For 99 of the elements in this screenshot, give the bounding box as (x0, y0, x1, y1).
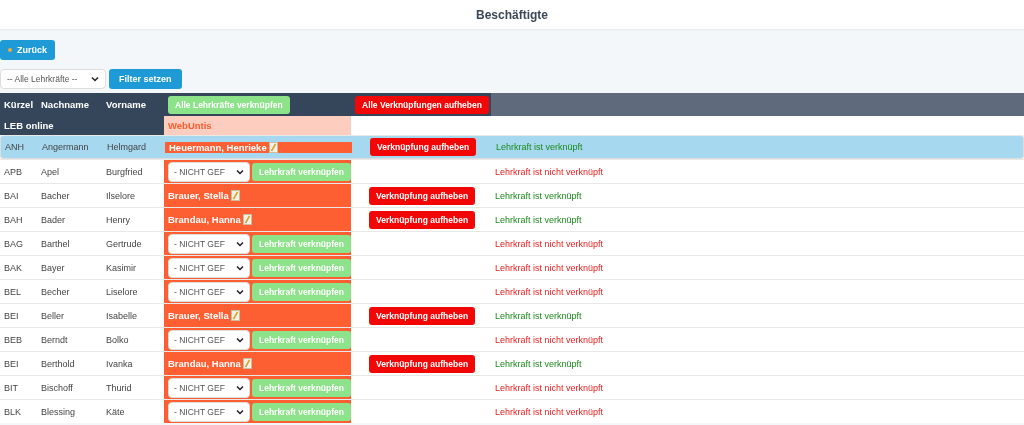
teacher-select[interactable]: - NICHT GEF (168, 281, 250, 302)
table-row[interactable]: ANH Angermann Helmgard Heuermann, Henrieke Verknüpfung aufheben Lehrkraft ist verknüpft (0, 135, 1024, 159)
chevron-down-icon (235, 288, 244, 295)
dot-icon (8, 48, 12, 52)
chevron-down-icon (235, 336, 244, 343)
table-cell: BAG (4, 238, 23, 249)
table-cell: BAH (4, 214, 23, 225)
table-cell: Isabelle (106, 310, 138, 321)
status-text: Lehrkraft ist nicht verknüpft (495, 262, 604, 273)
status-text: Lehrkraft ist verknüpft (495, 358, 582, 369)
teacher-name: Heuermann, Henrieke (169, 141, 267, 153)
table-cell: Bolko (106, 334, 129, 345)
table-cell: BEI (4, 358, 19, 369)
page-title: Beschäftigte (476, 7, 548, 22)
table-cell: Gertrude (106, 238, 142, 249)
table-row[interactable]: BEI Beller Isabelle Brauer, Stella Verknüpfung aufheben Lehrkraft ist verknüpft (0, 303, 1024, 327)
column-header: Vorname (102, 93, 164, 116)
teacher-select[interactable]: - NICHT GEF (168, 233, 250, 254)
status-text: Lehrkraft ist verknüpft (496, 142, 583, 152)
table-row[interactable]: BLK Blessing Käte - NICHT GEF Lehrkraft verknüpfen Lehrkraft ist nicht verknüpft (0, 399, 1024, 423)
table-cell: Bayer (41, 262, 65, 273)
table-cell: Berndt (41, 334, 68, 345)
table-row[interactable]: BEI Berthold Ivanka Brandau, Hanna Verknüpfung aufheben Lehrkraft ist verknüpft (0, 351, 1024, 375)
status-text: Lehrkraft ist verknüpft (495, 214, 582, 225)
table-row[interactable]: BAK Bayer Kasimir - NICHT GEF Lehrkraft verknüpfen Lehrkraft ist nicht verknüpft (0, 255, 1024, 279)
table-row[interactable]: BEL Becher Liselore - NICHT GEF Lehrkraft verknüpfen Lehrkraft ist nicht verknüpft (0, 279, 1024, 303)
column-header: Kürzel (0, 93, 37, 116)
status-text: Lehrkraft ist verknüpft (495, 190, 582, 201)
table-cell: Beller (41, 310, 64, 321)
unlink-button[interactable]: Verknüpfung aufheben (369, 354, 476, 373)
chevron-down-icon (235, 384, 244, 391)
unlink-button[interactable]: Verknüpfung aufheben (369, 306, 476, 325)
table-cell: Ivanka (106, 358, 133, 369)
unlink-all-button[interactable]: Alle Verknüpfungen aufheben (355, 95, 489, 114)
table-cell: Blessing (41, 406, 76, 417)
chevron-down-icon (91, 76, 99, 82)
table-row[interactable]: BEB Berndt Bolko - NICHT GEF Lehrkraft verknüpfen Lehrkraft ist nicht verknüpft (0, 327, 1024, 351)
status-text: Lehrkraft ist nicht verknüpft (495, 382, 604, 393)
edit-icon[interactable] (242, 214, 252, 225)
status-text: Lehrkraft ist nicht verknüpft (495, 166, 604, 177)
table-row[interactable]: BIT Bischoff Thurid - NICHT GEF Lehrkraft verknüpfen Lehrkraft ist nicht verknüpft (0, 375, 1024, 399)
source-label: LEB online (0, 116, 164, 135)
teacher-select[interactable]: - NICHT GEF (168, 161, 250, 182)
table-cell: ANH (5, 142, 24, 152)
table-cell: Barthel (41, 238, 70, 249)
teacher-select[interactable]: - NICHT GEF (168, 329, 250, 350)
table-cell: BEL (4, 286, 21, 297)
table-cell: Käte (106, 406, 125, 417)
table-cell: Becher (41, 286, 70, 297)
chevron-down-icon (235, 168, 244, 175)
teacher-select[interactable]: - NICHT GEF (168, 377, 250, 398)
table-cell: Bader (41, 214, 66, 225)
table-cell: Liselore (106, 286, 138, 297)
table-row[interactable]: BAH Bader Henry Brandau, Hanna Verknüpfung aufheben Lehrkraft ist verknüpft (0, 207, 1024, 231)
table-cell: Henry (106, 214, 130, 225)
teacher-select[interactable]: - NICHT GEF (168, 257, 250, 278)
table-cell: BLK (4, 406, 21, 417)
table-cell: BAK (4, 262, 22, 273)
unlink-button[interactable]: Verknüpfung aufheben (369, 210, 476, 229)
table-cell: Thurid (106, 382, 132, 393)
teacher-select[interactable]: - NICHT GEF (168, 401, 250, 422)
teacher-select[interactable]: -- Alle Lehrkräfte -- (0, 69, 106, 89)
teacher-name: Brandau, Hanna (168, 358, 241, 369)
chevron-down-icon (235, 240, 244, 247)
edit-icon[interactable] (230, 310, 240, 321)
table-cell: Bacher (41, 190, 70, 201)
table-row[interactable]: BAI Bacher Ilselore Brauer, Stella Verknüpfung aufheben Lehrkraft ist verknüpft (0, 183, 1024, 207)
status-text: Lehrkraft ist nicht verknüpft (495, 406, 604, 417)
table-cell: Kasimir (106, 262, 136, 273)
table-row[interactable]: BAG Barthel Gertrude - NICHT GEF Lehrkraft verknüpfen Lehrkraft ist nicht verknüpft (0, 231, 1024, 255)
teacher-name: Brauer, Stella (168, 190, 229, 201)
edit-icon[interactable] (242, 358, 252, 369)
table-cell: BEB (4, 334, 22, 345)
table-cell: Ilselore (106, 190, 135, 201)
table-cell: Bischoff (41, 382, 73, 393)
target-label: WebUntis (164, 116, 351, 135)
column-header: Nachname (37, 93, 102, 116)
teacher-name: Brauer, Stella (168, 310, 229, 321)
table-cell: BIT (4, 382, 18, 393)
status-text: Lehrkraft ist nicht verknüpft (495, 286, 604, 297)
edit-icon[interactable] (230, 190, 240, 201)
unlink-button[interactable]: Verknüpfung aufheben (369, 186, 476, 205)
table-cell: APB (4, 166, 22, 177)
status-text: Lehrkraft ist verknüpft (495, 310, 582, 321)
chevron-down-icon (235, 264, 244, 271)
table-cell: Helmgard (107, 142, 146, 152)
table-row[interactable]: APB Apel Burgfried - NICHT GEF Lehrkraft verknüpfen Lehrkraft ist nicht verknüpft (0, 159, 1024, 183)
table-cell: Angermann (42, 142, 89, 152)
chevron-down-icon (235, 408, 244, 415)
status-text: Lehrkraft ist nicht verknüpft (495, 238, 604, 249)
unlink-button[interactable]: Verknüpfung aufheben (370, 138, 477, 156)
table-cell: BAI (4, 190, 19, 201)
edit-icon[interactable] (268, 141, 278, 153)
table-cell: Berthold (41, 358, 75, 369)
table-cell: Burgfried (106, 166, 143, 177)
table-cell: Apel (41, 166, 59, 177)
teacher-name: Brandau, Hanna (168, 214, 241, 225)
status-text: Lehrkraft ist nicht verknüpft (495, 334, 604, 345)
table-cell: BEI (4, 310, 19, 321)
